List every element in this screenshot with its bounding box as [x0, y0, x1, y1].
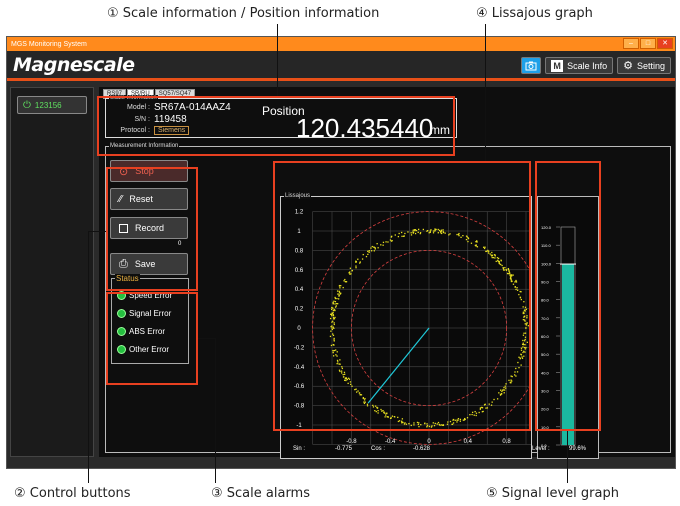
scale-info-label: Scale Info [567, 60, 608, 71]
level-label: Level : [532, 446, 550, 452]
highlight-lissajous [273, 161, 531, 431]
callout-line-2h [88, 231, 106, 232]
setting-button[interactable]: ⚙ Setting [617, 57, 671, 74]
title-bar: MGS Monitoring System – □ ✕ [7, 37, 675, 51]
callout-scale-alarms: ③ Scale alarms [211, 486, 310, 501]
callout-lissajous-graph: ④ Lissajous graph [476, 6, 593, 21]
scale-info-button[interactable]: M Scale Info [545, 57, 614, 74]
callout-control-buttons: ② Control buttons [14, 486, 131, 501]
sin-label: Sin : [293, 446, 306, 452]
callout-signal-level-graph: ⑤ Signal level graph [486, 486, 619, 501]
callout-line-2v [88, 231, 89, 483]
close-button[interactable]: ✕ [657, 38, 673, 49]
sin-value: -0.775 [335, 446, 353, 452]
power-icon: ⏻ [23, 99, 31, 111]
cos-label: Cos : [371, 446, 386, 452]
device-sidebar: ⏻ 123156 [10, 87, 94, 457]
callout-line-3h [198, 338, 216, 339]
device-item[interactable]: ⏻ 123156 [17, 96, 87, 114]
minimize-button[interactable]: – [623, 38, 639, 49]
maximize-button[interactable]: □ [640, 38, 656, 49]
level-value: 99.6% [569, 446, 587, 452]
screenshot-button[interactable] [521, 57, 542, 74]
setting-label: Setting [636, 60, 665, 71]
x-tick-label: -0.8 [346, 439, 357, 445]
gear-icon: ⚙ [623, 60, 633, 72]
callout-line-3v [215, 338, 216, 483]
highlight-control-buttons [106, 167, 198, 291]
device-id: 123156 [34, 100, 62, 110]
callout-line-5 [567, 431, 568, 483]
camera-icon [525, 61, 537, 70]
highlight-scale-alarms [106, 292, 198, 385]
app-header: Magnescale M Scale Info ⚙ Setting [7, 51, 675, 81]
cos-value: -0.628 [413, 446, 431, 452]
callout-line-4 [485, 24, 486, 161]
x-tick-label: 0.4 [464, 439, 473, 445]
highlight-scale-info [97, 96, 455, 156]
magnescale-logo: Magnescale [13, 53, 135, 76]
window-title: MGS Monitoring System [11, 40, 87, 48]
callout-line-1 [277, 24, 278, 96]
x-tick-label: -0.4 [385, 439, 396, 445]
x-tick-label: 0.8 [502, 439, 511, 445]
highlight-signal-level [535, 161, 601, 431]
scale-info-icon: M [551, 59, 564, 72]
callout-scale-position-info: ① Scale information / Position informati… [107, 6, 380, 21]
